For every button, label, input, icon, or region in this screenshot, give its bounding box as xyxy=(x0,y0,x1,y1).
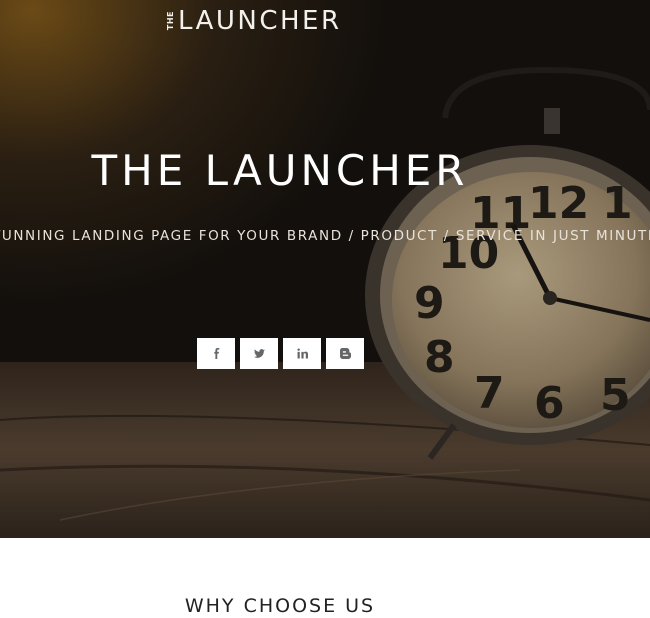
blogger-button[interactable] xyxy=(326,338,364,369)
hero-title: THE LAUNCHER xyxy=(91,146,469,195)
blogger-icon xyxy=(339,348,351,359)
logo-prefix: THE xyxy=(166,11,175,31)
svg-text:5: 5 xyxy=(600,370,631,421)
hero-section: 12 1 11 10 9 8 7 6 5 THE LAUNCHER THE LA… xyxy=(0,0,650,538)
linkedin-button[interactable] xyxy=(283,338,321,369)
twitter-button[interactable] xyxy=(240,338,278,369)
twitter-icon xyxy=(253,348,265,359)
social-links xyxy=(197,338,364,369)
facebook-button[interactable] xyxy=(197,338,235,369)
facebook-icon xyxy=(211,348,222,359)
linkedin-icon xyxy=(296,348,308,359)
svg-text:1: 1 xyxy=(602,178,633,229)
svg-text:6: 6 xyxy=(534,378,565,429)
svg-text:9: 9 xyxy=(414,278,445,329)
hero-subtitle: STUNNING LANDING PAGE FOR YOUR BRAND / P… xyxy=(0,228,650,244)
alarm-clock-background-image: 12 1 11 10 9 8 7 6 5 xyxy=(0,0,650,538)
svg-text:7: 7 xyxy=(474,368,505,419)
svg-text:8: 8 xyxy=(424,332,455,383)
site-logo[interactable]: THE LAUNCHER xyxy=(166,6,342,36)
logo-wordmark: LAUNCHER xyxy=(178,6,342,36)
section-title: WHY CHOOSE US xyxy=(184,595,376,617)
